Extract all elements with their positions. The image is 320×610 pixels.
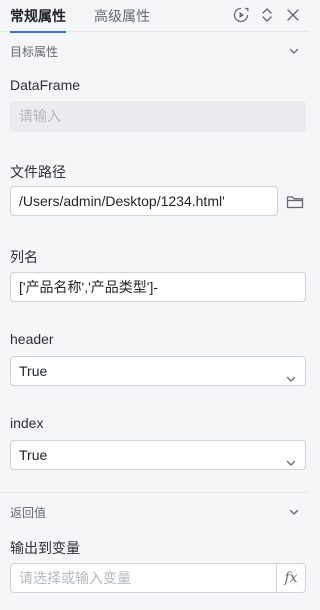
index-label: index bbox=[10, 415, 44, 431]
output-variable-input[interactable]: 请选择或输入变量 fx bbox=[10, 563, 306, 593]
target-properties-header[interactable]: 目标属性 bbox=[0, 35, 308, 65]
target-properties-title: 目标属性 bbox=[10, 45, 59, 59]
tab-general-properties[interactable]: 常规属性 bbox=[10, 0, 66, 33]
header-select[interactable]: True bbox=[10, 356, 306, 386]
file-path-input[interactable]: /Users/admin/Desktop/1234.html' bbox=[10, 186, 278, 216]
tab-advanced-properties-label: 高级属性 bbox=[94, 8, 150, 24]
folder-icon[interactable] bbox=[286, 194, 304, 210]
columns-label: 列名 bbox=[10, 249, 38, 265]
active-tab-indicator bbox=[10, 31, 66, 33]
output-variable-label: 输出到变量 bbox=[10, 540, 80, 556]
chevron-down-icon bbox=[288, 505, 300, 517]
dataframe-input[interactable]: 请输入 bbox=[10, 101, 306, 132]
tab-advanced-properties[interactable]: 高级属性 bbox=[94, 0, 150, 32]
columns-value: ['产品名称','产品类型']- bbox=[19, 279, 159, 295]
dataframe-label: DataFrame bbox=[10, 77, 81, 93]
file-path-value: /Users/admin/Desktop/1234.html' bbox=[19, 193, 225, 209]
chevron-down-icon bbox=[288, 44, 300, 56]
dataframe-placeholder: 请输入 bbox=[19, 108, 61, 124]
header-label: header bbox=[10, 331, 54, 347]
collapse-expand-icon[interactable] bbox=[258, 6, 276, 24]
tab-general-properties-label: 常规属性 bbox=[10, 8, 66, 24]
tab-bar: 常规属性 高级属性 bbox=[0, 0, 308, 33]
header-select-value: True bbox=[19, 363, 48, 379]
output-variable-placeholder: 请选择或输入变量 bbox=[19, 570, 131, 586]
return-value-header[interactable]: 返回值 bbox=[0, 496, 308, 526]
file-path-label: 文件路径 bbox=[10, 164, 66, 180]
chevron-down-icon bbox=[285, 366, 297, 382]
chevron-down-icon bbox=[285, 450, 297, 466]
index-select-value: True bbox=[19, 447, 48, 463]
fx-button[interactable]: fx bbox=[276, 564, 305, 592]
close-icon[interactable] bbox=[284, 6, 302, 24]
columns-input[interactable]: ['产品名称','产品类型']- bbox=[10, 272, 306, 302]
return-value-title: 返回值 bbox=[10, 506, 47, 520]
section-divider bbox=[0, 492, 308, 493]
index-select[interactable]: True bbox=[10, 440, 306, 470]
run-icon[interactable] bbox=[232, 6, 250, 24]
